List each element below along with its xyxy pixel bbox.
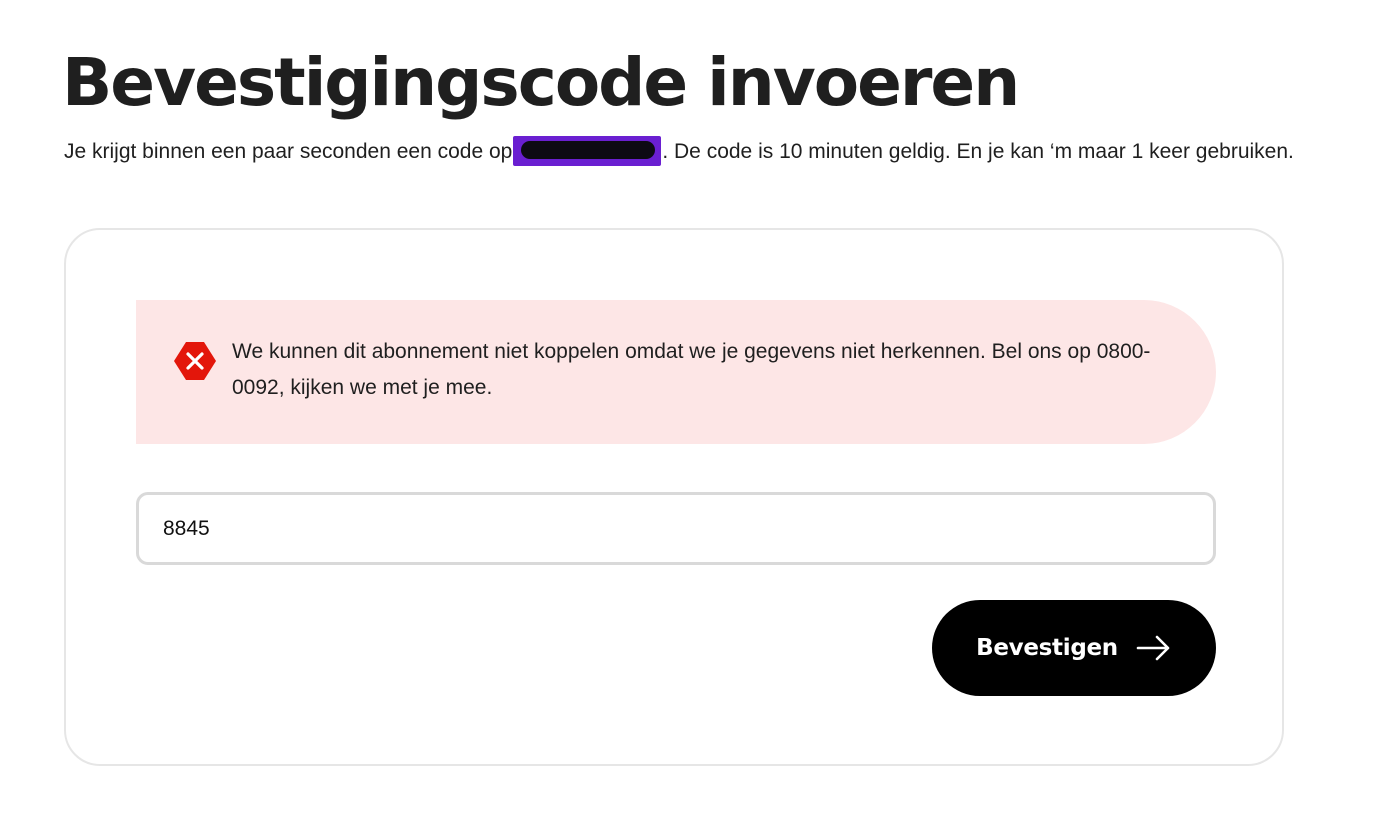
confirm-button[interactable]: Bevestigen bbox=[932, 600, 1216, 696]
verification-code-input[interactable] bbox=[136, 492, 1216, 565]
intro-text: Je krijgt binnen een paar seconden een c… bbox=[64, 134, 1304, 169]
page: Bevestigingscode invoeren Je krijgt binn… bbox=[0, 0, 1399, 838]
error-x-icon bbox=[172, 338, 218, 384]
intro-text-end: . De code is 10 minuten geldig. En je ka… bbox=[662, 140, 1294, 163]
intro-text-start: Je krijgt binnen een paar seconden een c… bbox=[64, 140, 513, 163]
arrow-right-icon bbox=[1136, 635, 1172, 661]
confirm-button-label: Bevestigen bbox=[976, 635, 1118, 661]
error-alert: We kunnen dit abonnement niet koppelen o… bbox=[136, 300, 1216, 444]
page-title: Bevestigingscode invoeren bbox=[62, 44, 1020, 121]
verification-card: We kunnen dit abonnement niet koppelen o… bbox=[64, 228, 1284, 766]
error-message: We kunnen dit abonnement niet koppelen o… bbox=[232, 340, 1151, 399]
redacted-phone-number bbox=[513, 136, 662, 166]
